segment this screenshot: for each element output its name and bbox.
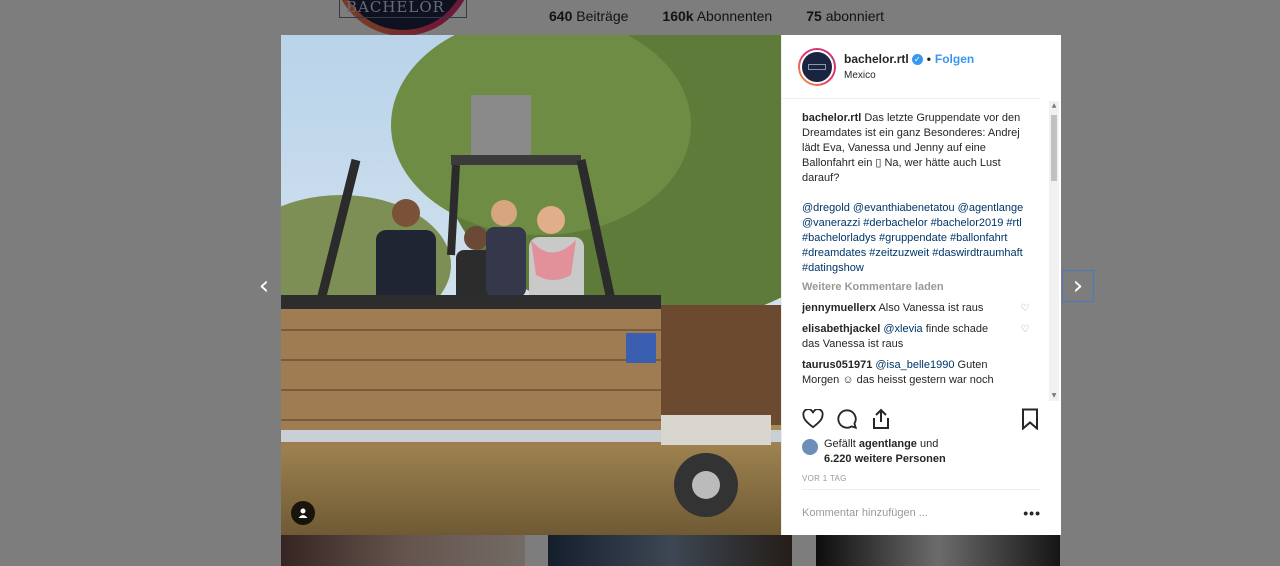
follow-button[interactable]: Folgen: [935, 52, 974, 66]
separator-dot: •: [926, 52, 931, 66]
author-username[interactable]: bachelor.rtl: [844, 52, 909, 66]
comments-scrollbar[interactable]: ▲ ▼: [1049, 101, 1059, 401]
comment-mention[interactable]: @xlevia: [883, 323, 922, 335]
next-post-arrow[interactable]: ›: [1062, 270, 1094, 302]
likes-count[interactable]: 6.220 weitere Personen: [824, 453, 946, 465]
verified-badge-icon: ✓: [911, 53, 923, 65]
comment-item: jennymuellerx Also Vanessa ist raus ♡: [802, 301, 1032, 316]
comment-input[interactable]: Kommentar hinzufügen ...: [802, 507, 928, 519]
liker-username[interactable]: agentlange: [859, 438, 917, 450]
post-timestamp[interactable]: VOR 1 TAG: [802, 474, 847, 483]
liker-avatar[interactable]: [802, 439, 818, 455]
like-comment-heart-icon[interactable]: ♡: [1018, 301, 1032, 316]
post-modal: bachelor.rtl ✓ • Folgen Mexico bachelor.…: [281, 35, 1061, 535]
scroll-down-arrow-icon[interactable]: ▼: [1049, 391, 1059, 401]
share-icon[interactable]: [870, 408, 892, 430]
post-header: bachelor.rtl ✓ • Folgen Mexico: [782, 35, 1041, 99]
post-location[interactable]: Mexico: [844, 70, 974, 81]
comment-text: Also Vanessa ist raus: [878, 302, 984, 314]
comment-item: taurus051971 @isa_belle1990 Guten Morgen…: [802, 358, 1032, 388]
scroll-up-arrow-icon[interactable]: ▲: [1049, 101, 1059, 111]
add-comment-bar: Kommentar hinzufügen ... •••: [802, 489, 1041, 535]
comment-username[interactable]: taurus051971: [802, 359, 872, 371]
comments-list[interactable]: bachelor.rtl Das letzte Gruppendate vor …: [782, 101, 1052, 399]
author-avatar[interactable]: [798, 47, 836, 86]
balloon-basket-photo: [281, 35, 781, 535]
like-comment-heart-icon[interactable]: ♡: [1018, 322, 1032, 352]
comment-item: elisabethjackel @xlevia finde schade das…: [802, 322, 1032, 352]
scrollbar-thumb[interactable]: [1051, 115, 1057, 181]
post-sidebar: bachelor.rtl ✓ • Folgen Mexico bachelor.…: [781, 35, 1061, 535]
comment-username[interactable]: jennymuellerx: [802, 302, 876, 314]
comment-bubble-icon[interactable]: [836, 408, 858, 430]
load-more-comments-button[interactable]: Weitere Kommentare laden: [802, 280, 1032, 295]
like-heart-icon[interactable]: [802, 408, 824, 430]
post-caption: bachelor.rtl Das letzte Gruppendate vor …: [802, 111, 1032, 186]
caption-username[interactable]: bachelor.rtl: [802, 112, 861, 124]
post-photo[interactable]: [281, 35, 781, 535]
comment-username[interactable]: elisabethjackel: [802, 323, 880, 335]
caption-hashtags[interactable]: @dregold @evanthiabenetatou @agentlange …: [802, 201, 1032, 276]
post-actions: [802, 407, 1041, 431]
tagged-users-icon[interactable]: [291, 501, 315, 525]
more-options-icon[interactable]: •••: [1023, 505, 1041, 521]
bookmark-save-icon[interactable]: [1019, 408, 1041, 430]
comment-mention[interactable]: @isa_belle1990: [875, 359, 954, 371]
previous-post-arrow[interactable]: ‹: [248, 270, 280, 302]
likes-summary: Gefällt agentlange und 6.220 weitere Per…: [802, 437, 946, 467]
